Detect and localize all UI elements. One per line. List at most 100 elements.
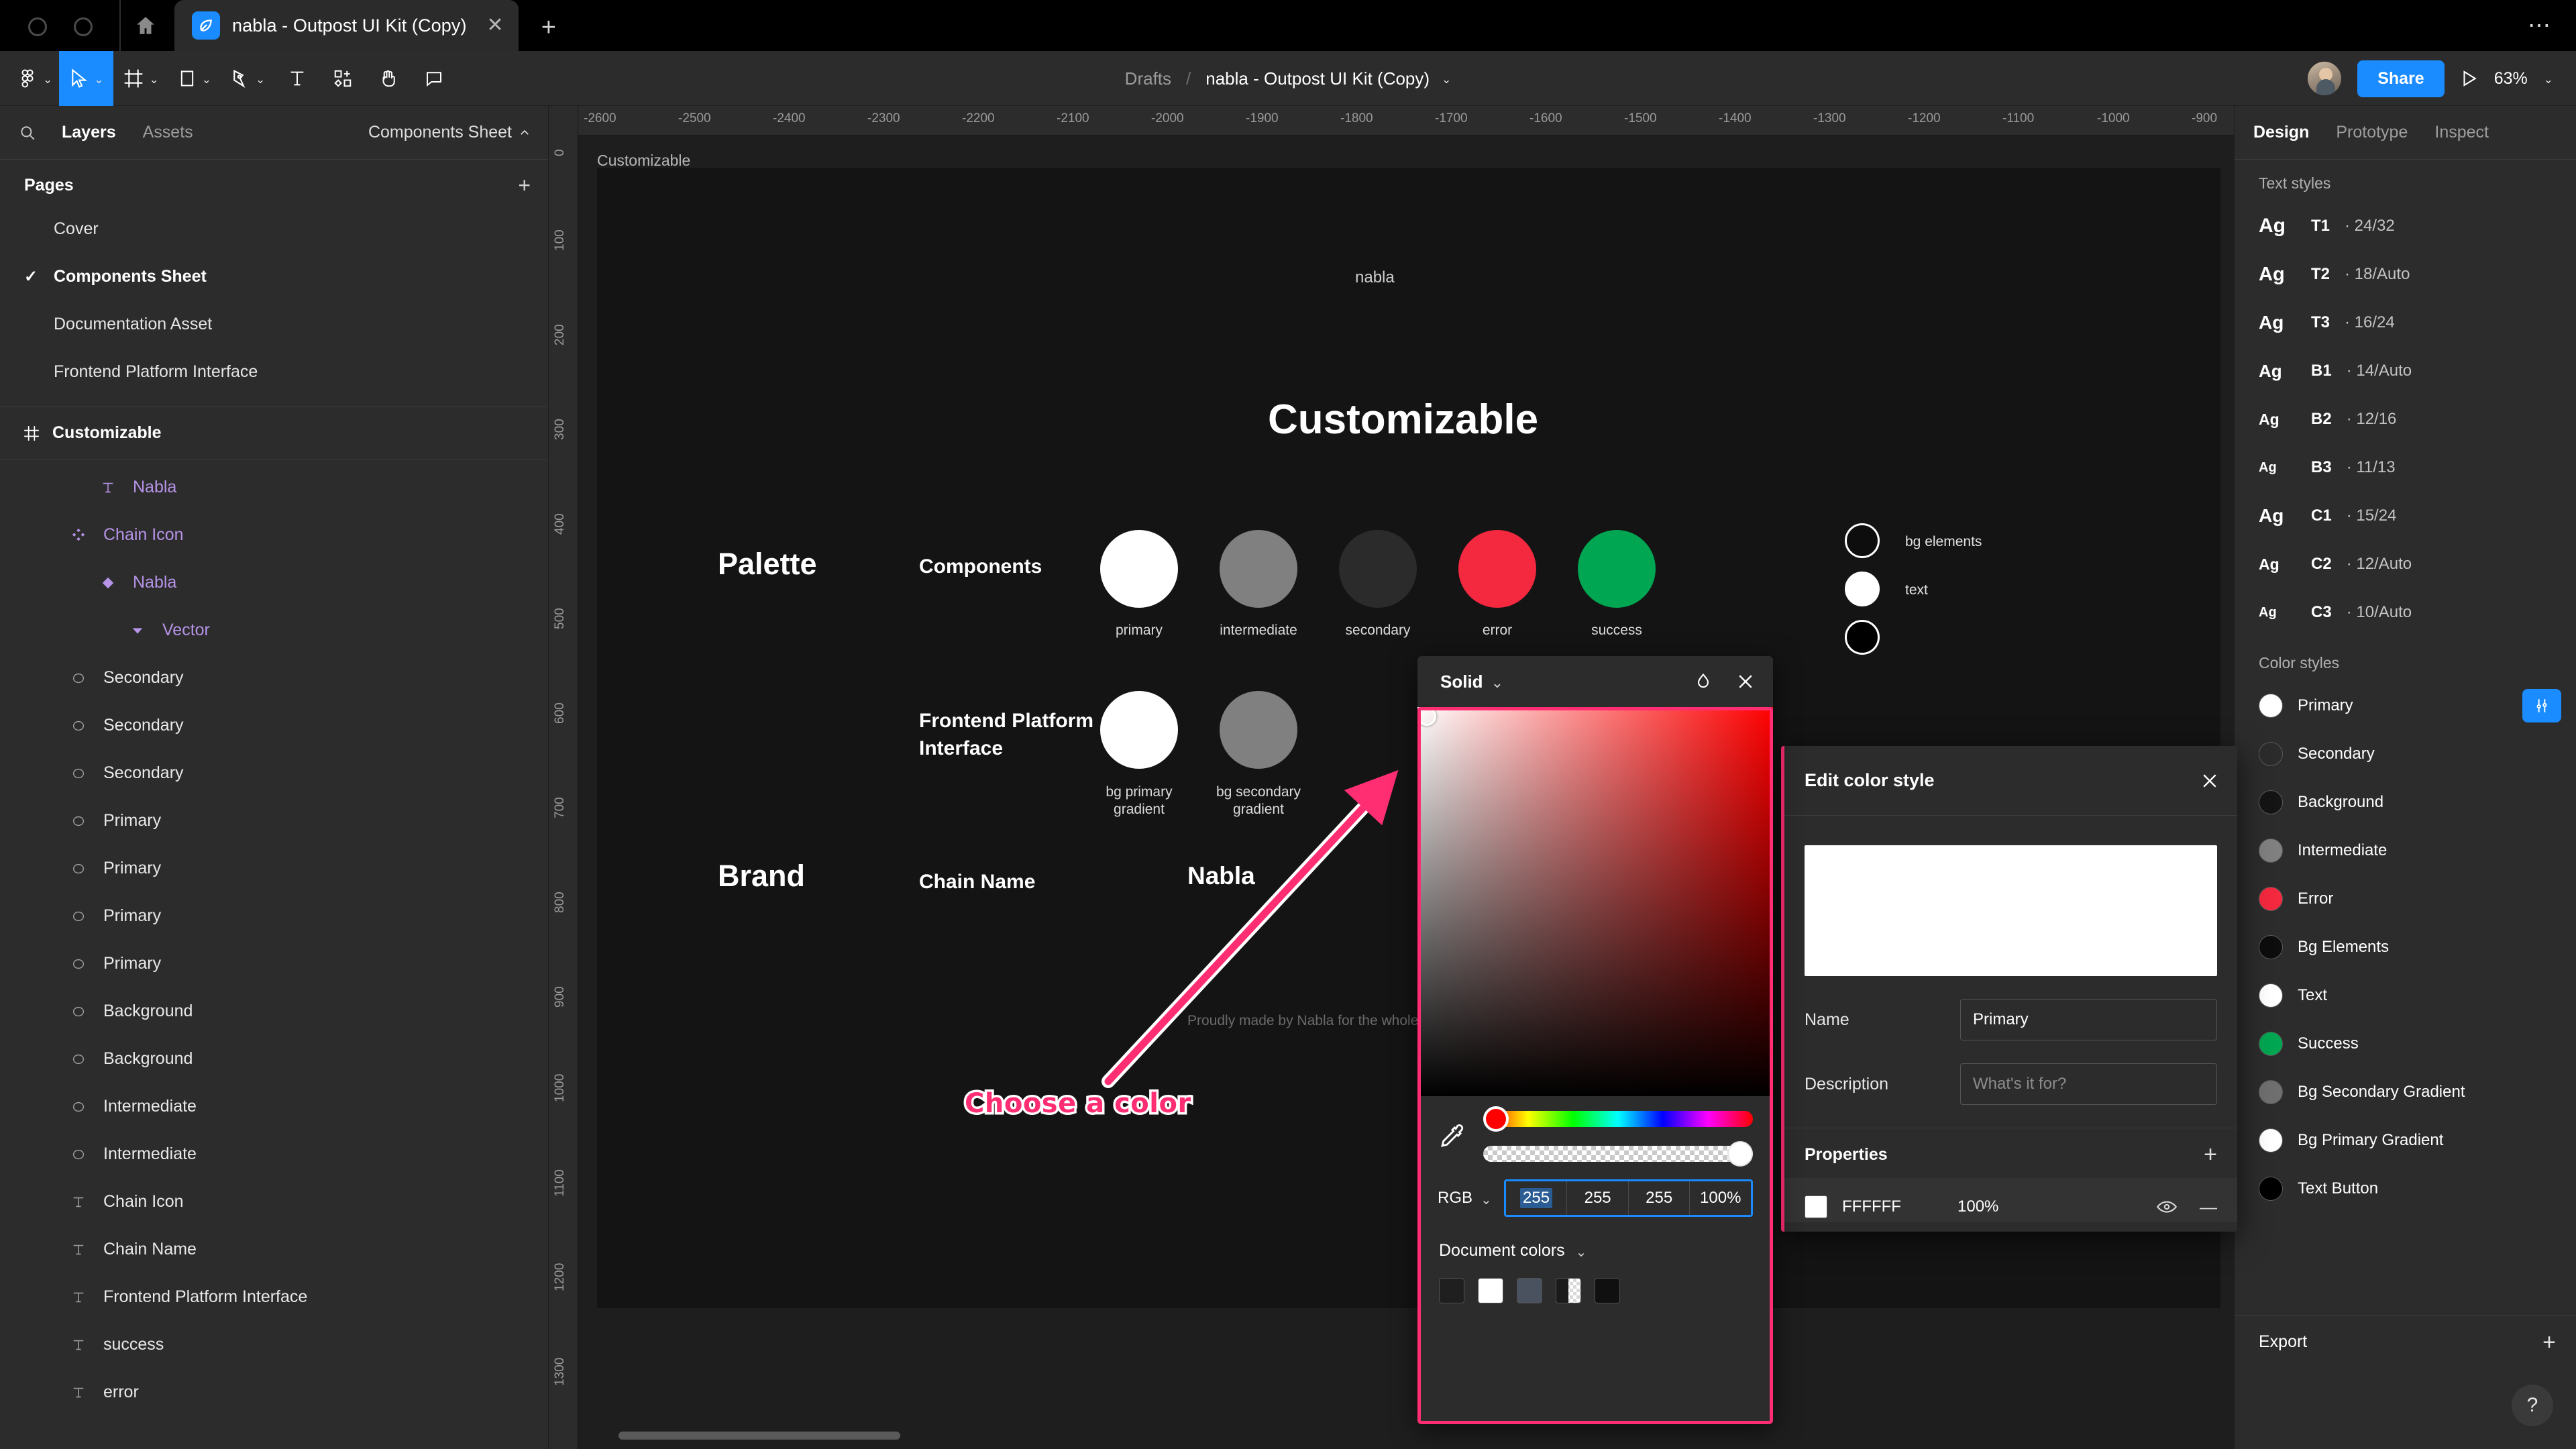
color-style-item-text[interactable]: Text [2235, 971, 2576, 1020]
components-sheet-selector[interactable]: Components Sheet [368, 123, 548, 142]
palette-dot[interactable] [1339, 530, 1417, 608]
new-tab-button[interactable]: + [519, 15, 576, 51]
layer-row[interactable]: Nabla [0, 559, 548, 606]
edit-style-button[interactable] [2522, 689, 2561, 722]
document-color-swatch[interactable] [1478, 1278, 1503, 1303]
figma-menu-button[interactable]: ⌄ [0, 51, 59, 106]
layer-row[interactable]: Secondary [0, 749, 548, 797]
text-style-item-c1[interactable]: Ag C1 · 15/24 [2235, 492, 2576, 540]
eyedropper-icon[interactable] [1438, 1122, 1466, 1150]
file-name[interactable]: nabla - Outpost UI Kit (Copy) [1205, 68, 1430, 89]
canvas-frame-label[interactable]: Customizable [597, 152, 690, 170]
add-page-button[interactable]: + [518, 174, 531, 196]
help-button[interactable]: ? [2512, 1385, 2553, 1426]
share-button[interactable]: Share [2357, 60, 2445, 97]
palette-dot[interactable] [1220, 691, 1297, 769]
page-item-cover[interactable]: Cover [0, 205, 548, 253]
color-style-item-bg-secondary-gradient[interactable]: Bg Secondary Gradient [2235, 1068, 2576, 1116]
page-item-documentation-asset[interactable]: Documentation Asset [0, 301, 548, 348]
layer-row[interactable]: Chain Icon [0, 511, 548, 559]
canvas-horizontal-scrollbar[interactable] [619, 1432, 900, 1440]
name-field[interactable]: Primary [1960, 999, 2217, 1040]
frame-tool[interactable]: ⌄ [113, 51, 168, 106]
property-row[interactable]: FFFFFF 100% — [1784, 1178, 2237, 1222]
hand-tool[interactable] [366, 51, 411, 106]
text-tool[interactable] [274, 51, 320, 106]
palette-dot[interactable] [1100, 691, 1178, 769]
text-style-item-c2[interactable]: Ag C2 · 12/Auto [2235, 540, 2576, 588]
alpha-slider-knob[interactable] [1727, 1141, 1753, 1167]
property-opacity-value[interactable]: 100% [1957, 1197, 1998, 1216]
sv-handle[interactable] [1417, 707, 1436, 726]
window-close-dot[interactable] [28, 17, 47, 36]
layer-row[interactable]: Chain Name [0, 1226, 548, 1273]
description-field[interactable]: What's it for? [1960, 1063, 2217, 1105]
page-item-frontend-platform-interface[interactable]: Frontend Platform Interface [0, 348, 548, 396]
document-color-swatch[interactable] [1517, 1278, 1542, 1303]
eye-icon[interactable] [2157, 1199, 2177, 1214]
breadcrumb-drafts[interactable]: Drafts [1125, 68, 1171, 89]
palette-dot[interactable] [1578, 530, 1656, 608]
layer-row[interactable]: Secondary [0, 654, 548, 702]
comment-tool[interactable] [411, 51, 457, 106]
add-property-button[interactable]: + [2204, 1143, 2217, 1166]
color-style-item-intermediate[interactable]: Intermediate [2235, 826, 2576, 875]
saturation-value-area[interactable] [1417, 707, 1773, 1096]
window-minimize-dot[interactable] [74, 17, 93, 36]
tab-prototype[interactable]: Prototype [2336, 123, 2422, 142]
browser-tab[interactable]: nabla - Outpost UI Kit (Copy) ✕ [174, 0, 519, 51]
red-input[interactable]: 255 [1505, 1181, 1568, 1215]
layer-row[interactable]: Secondary [0, 702, 548, 749]
resources-tool[interactable] [320, 51, 366, 106]
layer-row[interactable]: Primary [0, 845, 548, 892]
layer-row[interactable]: Intermediate [0, 1130, 548, 1178]
color-style-item-background[interactable]: Background [2235, 778, 2576, 826]
color-style-item-error[interactable]: Error [2235, 875, 2576, 923]
document-color-swatch[interactable] [1595, 1278, 1620, 1303]
alpha-input[interactable]: 100% [1690, 1181, 1751, 1215]
move-tool[interactable]: ⌄ [59, 50, 113, 106]
palette-dot[interactable] [1220, 530, 1297, 608]
fill-type-chevron-down-icon[interactable]: ⌄ [1491, 674, 1503, 692]
color-style-item-primary[interactable]: Primary [2235, 682, 2576, 730]
file-menu-chevron-down-icon[interactable]: ⌄ [1442, 73, 1451, 87]
layer-row[interactable]: success [0, 1321, 548, 1368]
side-swatch-dot[interactable] [1845, 572, 1880, 606]
layer-row[interactable]: Nabla [0, 464, 548, 511]
tab-design[interactable]: Design [2253, 123, 2324, 142]
layer-row[interactable]: Frontend Platform Interface [0, 1273, 548, 1321]
search-icon[interactable] [19, 124, 36, 142]
layer-row[interactable]: Intermediate [0, 1083, 548, 1130]
remove-property-icon[interactable]: — [2200, 1197, 2217, 1218]
frame-row-customizable[interactable]: Customizable [0, 407, 548, 460]
layer-row[interactable]: Background [0, 1035, 548, 1083]
droplet-icon[interactable] [1694, 672, 1713, 691]
color-style-item-text-button[interactable]: Text Button [2235, 1165, 2576, 1213]
text-style-item-t3[interactable]: Ag T3 · 16/24 [2235, 299, 2576, 347]
add-export-button[interactable]: + [2542, 1331, 2556, 1354]
text-style-item-b3[interactable]: Ag B3 · 11/13 [2235, 443, 2576, 492]
pen-tool[interactable]: ⌄ [221, 51, 274, 106]
layer-row[interactable]: Vector [0, 606, 548, 654]
layer-row[interactable]: Primary [0, 940, 548, 987]
color-style-item-bg-primary-gradient[interactable]: Bg Primary Gradient [2235, 1116, 2576, 1165]
text-style-item-t2[interactable]: Ag T2 · 18/Auto [2235, 250, 2576, 299]
palette-dot[interactable] [1458, 530, 1536, 608]
text-style-item-b1[interactable]: Ag B1 · 14/Auto [2235, 347, 2576, 395]
tab-inspect[interactable]: Inspect [2434, 123, 2504, 142]
tab-close-icon[interactable]: ✕ [487, 15, 504, 36]
document-color-swatch[interactable] [1439, 1278, 1464, 1303]
color-style-item-bg-elements[interactable]: Bg Elements [2235, 923, 2576, 971]
palette-dot[interactable] [1100, 530, 1178, 608]
hue-slider[interactable] [1483, 1106, 1753, 1132]
side-swatch-dot[interactable] [1845, 620, 1880, 655]
blue-input[interactable]: 255 [1628, 1181, 1690, 1215]
hue-slider-knob[interactable] [1483, 1106, 1509, 1132]
zoom-level[interactable]: 63% [2494, 69, 2528, 89]
tab-layers[interactable]: Layers [48, 123, 129, 142]
close-icon[interactable] [1735, 672, 1756, 692]
fill-type-label[interactable]: Solid [1440, 672, 1483, 692]
layer-row[interactable]: Chain Icon [0, 1178, 548, 1226]
alpha-slider[interactable] [1483, 1141, 1753, 1167]
color-style-item-secondary[interactable]: Secondary [2235, 730, 2576, 778]
